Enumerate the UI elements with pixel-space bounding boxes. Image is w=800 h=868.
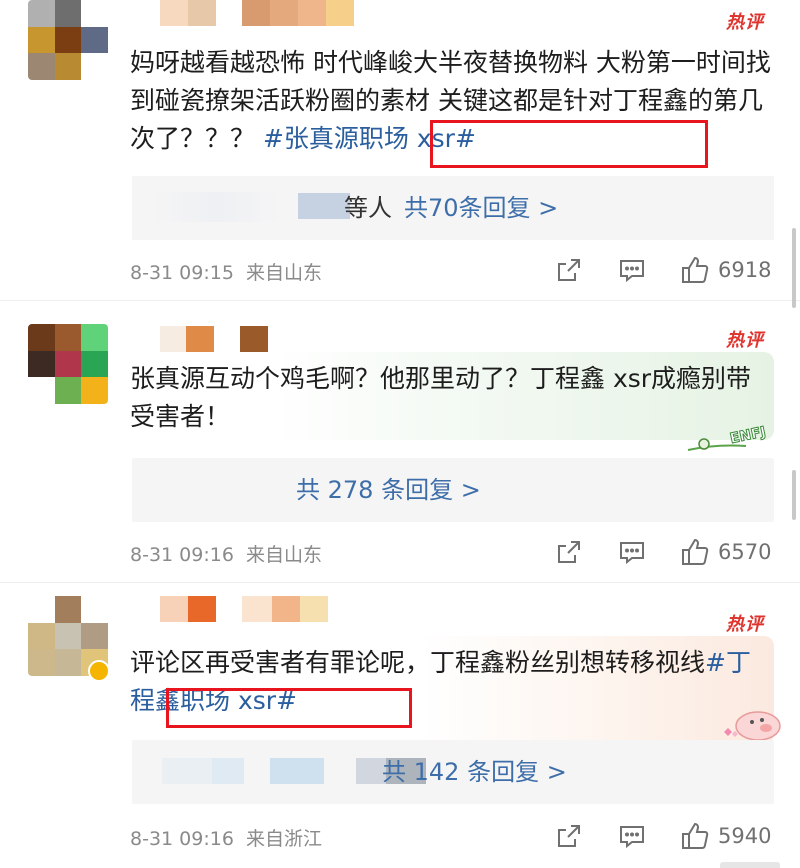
comment-meta: 8-31 09:16 来自浙江 [130, 824, 322, 851]
replier-avatar-blurred [162, 758, 212, 784]
divider [0, 582, 800, 583]
reply-count-link[interactable]: 共70条回复 > [404, 176, 558, 240]
like-icon [682, 256, 709, 283]
comment-text: 张真源互动个鸡毛啊？他那里动了？丁程鑫 xsr成瘾别带受害者！ [130, 360, 775, 436]
location: 来自浙江 [246, 828, 323, 850]
like-button[interactable]: 6918 [680, 255, 771, 285]
hot-comment-badge: 热评 [726, 330, 764, 351]
username-blurred[interactable] [160, 326, 268, 352]
comment-meta: 8-31 09:15 来自山东 [130, 258, 322, 285]
scrollbar[interactable] [792, 228, 796, 308]
hot-comment-badge: 热评 [726, 12, 764, 33]
timestamp: 8-31 09:16 [130, 544, 234, 566]
enfj-sticker: ENFJ [686, 416, 786, 460]
share-button[interactable] [555, 256, 583, 284]
username-blurred[interactable] [160, 0, 354, 26]
reply-summary[interactable]: 等人 共70条回复 > [132, 176, 774, 240]
comment-icon [620, 542, 644, 565]
location: 来自山东 [246, 544, 323, 566]
comment-button[interactable] [618, 822, 646, 850]
reply-summary[interactable]: 共 278 条回复 > [132, 458, 774, 522]
reply-summary[interactable]: 共 142 条回复 > [132, 740, 774, 804]
share-button[interactable] [555, 822, 583, 850]
username-blurred[interactable] [160, 596, 328, 622]
reply-count-link[interactable]: 共 278 条回复 > [296, 458, 481, 522]
comment-meta: 8-31 09:16 来自山东 [130, 540, 322, 567]
like-button[interactable]: 6570 [680, 537, 771, 567]
reply-count-link[interactable]: 共 142 条回复 > [382, 740, 567, 804]
like-count: 5940 [718, 824, 772, 848]
share-icon [558, 825, 580, 847]
like-icon [682, 822, 709, 849]
replier-avatar-blurred [298, 193, 350, 219]
replier-avatar-blurred [270, 758, 324, 784]
replier-avatar-blurred [212, 758, 244, 784]
timestamp: 8-31 09:15 [130, 262, 234, 284]
enfj-label: ENFJ [729, 424, 768, 447]
reply-prefix: 等人 [344, 194, 392, 222]
highlight-box [430, 120, 708, 168]
like-button[interactable]: 5940 [680, 821, 771, 851]
bottom-edge-element [720, 862, 780, 868]
share-button[interactable] [555, 538, 583, 566]
replier-avatars-blurred [152, 192, 282, 222]
scrollbar[interactable] [792, 470, 796, 520]
avatar[interactable] [28, 324, 108, 404]
verified-badge-icon [88, 660, 110, 682]
avatar[interactable] [28, 0, 108, 80]
timestamp: 8-31 09:16 [130, 828, 234, 850]
divider [0, 300, 800, 301]
share-icon [558, 259, 580, 281]
comment-icon [620, 826, 644, 849]
comment-body: 张真源互动个鸡毛啊？他那里动了？丁程鑫 xsr成瘾别带受害者！ [130, 364, 752, 431]
comment-button[interactable] [618, 256, 646, 284]
location: 来自山东 [246, 262, 323, 284]
like-icon [682, 538, 709, 565]
comment-button[interactable] [618, 538, 646, 566]
hot-comment-badge: 热评 [726, 614, 764, 635]
like-count: 6918 [718, 258, 772, 282]
highlight-box [166, 688, 412, 728]
comment-body: 评论区再受害者有罪论呢，丁程鑫粉丝别想转移视线 [130, 648, 706, 677]
comment-icon [620, 260, 644, 283]
share-icon [558, 541, 580, 563]
like-count: 6570 [718, 540, 772, 564]
